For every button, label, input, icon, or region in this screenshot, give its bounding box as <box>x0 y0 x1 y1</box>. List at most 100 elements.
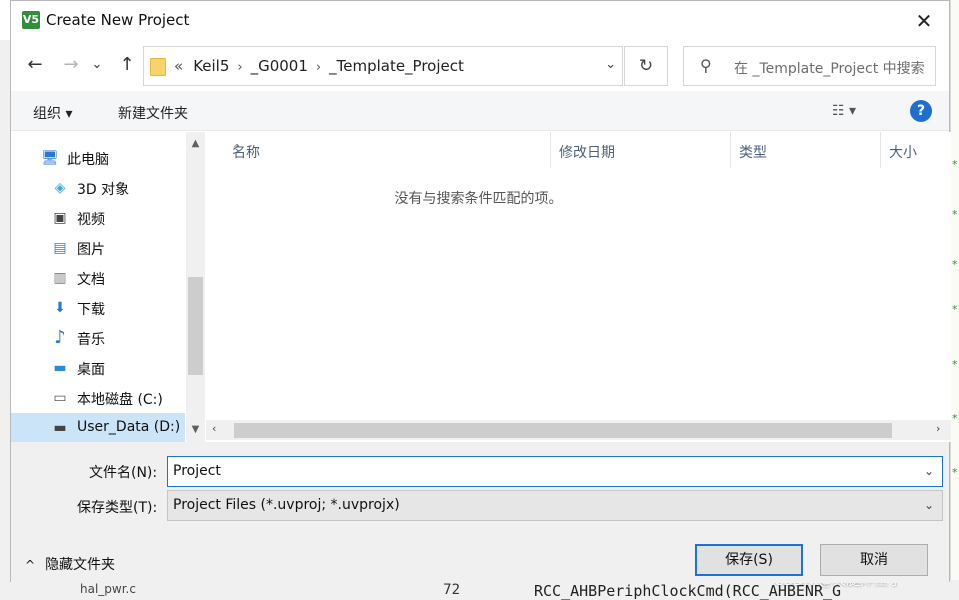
filetype-value: Project Files (*.uvproj; *.uvprojx) <box>173 497 400 513</box>
column-header-label: 修改日期 <box>559 145 615 161</box>
column-header-name[interactable]: 名称 ^ <box>224 132 551 168</box>
save-button[interactable]: 保存(S) <box>695 544 803 576</box>
help-icon[interactable]: ? <box>910 100 932 122</box>
background-ide-left <box>0 40 10 580</box>
column-header-label: 大小 <box>889 145 917 161</box>
sidebar-item-desktop[interactable]: ▬ 桌面 <box>11 353 185 383</box>
column-header-label: 类型 <box>739 145 767 161</box>
navigation-bar: ← → ⌄ ↑ « Keil5 › _G0001 › _Template_Project … <box>11 41 949 91</box>
search-input[interactable]: 在 _Template_Project 中搜索 <box>734 58 934 78</box>
scroll-up-icon[interactable]: ▲ <box>186 138 205 149</box>
search-icon: ⚲ <box>700 56 712 75</box>
picture-icon: ▤ <box>53 240 67 256</box>
sidebar-item-label: 桌面 <box>77 362 105 378</box>
background-ide-bottom: hal_pwr.c 72 RCC_AHBPeriphClockCmd(RCC_A… <box>0 573 959 600</box>
scroll-down-icon[interactable]: ▼ <box>186 424 205 435</box>
scroll-left-icon[interactable]: ‹ <box>212 422 216 435</box>
organize-menu[interactable]: 组织 ▾ <box>33 103 72 123</box>
sort-ascending-icon: ^ <box>232 142 243 156</box>
title-bar: V5 Create New Project ✕ <box>11 1 949 41</box>
hide-folders-label: 隐藏文件夹 <box>45 557 116 573</box>
background-ide-right: * * * * * * * <box>950 0 959 600</box>
code-marker: * <box>952 208 958 221</box>
sidebar-item-label: User_Data (D:) <box>77 419 181 435</box>
sidebar-item-this-pc[interactable]: 🖥 此电脑 <box>11 143 185 173</box>
filename-label: 文件名(N): <box>89 465 158 481</box>
code-marker: * <box>952 466 958 479</box>
dialog-footer: 文件名(N): Project ⌄ 保存类型(T): Project Files… <box>11 442 949 583</box>
breadcrumb: « Keil5 › _G0001 › _Template_Project <box>174 57 464 75</box>
refresh-button[interactable]: ↻ <box>624 46 668 86</box>
sidebar-item-label: 视频 <box>77 212 105 228</box>
close-button[interactable]: ✕ <box>909 7 939 35</box>
filename-value[interactable]: Project <box>173 463 221 479</box>
file-list: 名称 ^ 修改日期 类型 大小 没有与搜索条件匹配的项。 ‹ › <box>206 132 951 442</box>
navigation-pane: 🖥 此电脑 ◈ 3D 对象 ▣ 视频 ▤ 图片 ▥ 文档 ⬇ 下载 ♪ 音乐 ▬ <box>11 132 205 443</box>
chevron-up-icon: ^ <box>25 558 36 572</box>
breadcrumb-item[interactable]: _G0001 <box>251 57 308 75</box>
save-dialog: V5 Create New Project ✕ ← → ⌄ ↑ « Keil5 › _… <box>10 0 951 583</box>
sidebar-item-3d-objects[interactable]: ◈ 3D 对象 <box>11 173 185 203</box>
sidebar-item-label: 3D 对象 <box>77 182 130 198</box>
sidebar-item-label: 音乐 <box>77 332 105 348</box>
breadcrumb-separator[interactable]: › <box>316 60 321 75</box>
chevron-down-icon[interactable]: ⌄ <box>924 464 934 478</box>
horizontal-scrollbar[interactable]: ‹ › <box>206 420 951 440</box>
filename-field[interactable]: Project ⌄ <box>167 456 943 487</box>
filetype-label: 保存类型(T): <box>77 500 158 516</box>
scrollbar-thumb[interactable] <box>234 423 892 438</box>
sidebar-item-label: 图片 <box>77 242 105 258</box>
ide-line-number: 72 <box>443 582 460 598</box>
folder-icon <box>150 58 166 76</box>
window-title: Create New Project <box>46 11 190 29</box>
sidebar-item-label: 此电脑 <box>67 152 109 168</box>
sidebar-item-label: 文档 <box>77 272 105 288</box>
up-arrow-icon[interactable]: ↑ <box>115 53 139 77</box>
new-folder-button[interactable]: 新建文件夹 <box>118 103 188 123</box>
search-box[interactable]: ⚲ 在 _Template_Project 中搜索 <box>683 46 936 86</box>
sidebar-item-label: 本地磁盘 (C:) <box>77 392 163 408</box>
drive-d-icon: ▬ <box>53 420 67 436</box>
column-header-size[interactable]: 大小 <box>881 132 951 168</box>
computer-icon: 🖥 <box>41 150 59 166</box>
empty-list-message: 没有与搜索条件匹配的项。 <box>394 191 563 207</box>
breadcrumb-item[interactable]: _Template_Project <box>329 57 464 75</box>
ide-tree-item: hal_pwr.c <box>80 582 136 596</box>
column-header-type[interactable]: 类型 <box>731 132 881 168</box>
chevron-down-icon[interactable]: ⌄ <box>605 57 616 72</box>
code-marker: * <box>952 258 958 271</box>
code-marker: * <box>952 412 958 425</box>
scrollbar-thumb[interactable] <box>188 277 203 375</box>
video-icon: ▣ <box>53 210 67 226</box>
sidebar-item-videos[interactable]: ▣ 视频 <box>11 203 185 233</box>
back-arrow-icon[interactable]: ← <box>23 53 47 77</box>
drive-c-icon: ▭ <box>53 390 67 406</box>
breadcrumb-overflow[interactable]: « <box>174 57 183 75</box>
forward-arrow-icon[interactable]: → <box>59 53 83 77</box>
code-marker: * <box>952 158 958 171</box>
keil-app-icon: V5 <box>22 11 40 29</box>
chevron-down-icon[interactable]: ⌄ <box>924 498 934 512</box>
sidebar-item-drive-c[interactable]: ▭ 本地磁盘 (C:) <box>11 383 185 413</box>
command-toolbar: 组织 ▾ 新建文件夹 ☷ ▾ ? <box>11 91 949 131</box>
column-header-date[interactable]: 修改日期 <box>551 132 731 168</box>
code-marker: * <box>952 303 958 316</box>
sidebar-item-label: 下载 <box>77 302 105 318</box>
sidebar-item-music[interactable]: ♪ 音乐 <box>11 323 185 353</box>
address-bar[interactable]: « Keil5 › _G0001 › _Template_Project ⌄ <box>143 46 623 86</box>
sidebar-item-pictures[interactable]: ▤ 图片 <box>11 233 185 263</box>
sidebar-scrollbar[interactable]: ▲ ▼ <box>186 132 205 442</box>
breadcrumb-separator[interactable]: › <box>237 60 242 75</box>
sidebar-item-documents[interactable]: ▥ 文档 <box>11 263 185 293</box>
sidebar-item-drive-d[interactable]: ▬ User_Data (D:) <box>11 413 185 443</box>
desktop-icon: ▬ <box>53 360 67 376</box>
cancel-button[interactable]: 取消 <box>820 544 928 576</box>
document-icon: ▥ <box>53 270 67 286</box>
sidebar-item-downloads[interactable]: ⬇ 下载 <box>11 293 185 323</box>
view-options-icon[interactable]: ☷ ▾ <box>832 103 856 119</box>
breadcrumb-item[interactable]: Keil5 <box>193 57 229 75</box>
filetype-select[interactable]: Project Files (*.uvproj; *.uvprojx) ⌄ <box>167 490 943 521</box>
recent-locations-icon[interactable]: ⌄ <box>89 53 105 77</box>
scroll-right-icon[interactable]: › <box>936 422 940 435</box>
hide-folders-toggle[interactable]: ^ 隐藏文件夹 <box>25 554 115 574</box>
